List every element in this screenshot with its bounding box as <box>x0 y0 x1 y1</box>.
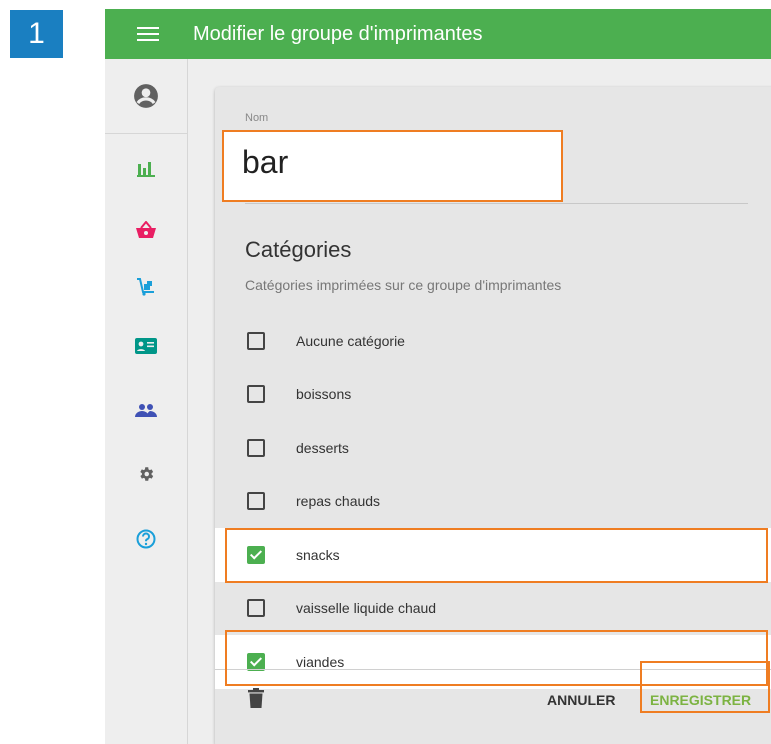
category-label: repas chauds <box>296 493 381 510</box>
category-label: snacks <box>296 546 340 563</box>
categories-subtitle: Catégories imprimées sur ce groupe d'imp… <box>245 277 562 293</box>
save-button[interactable]: ENREGISTRER <box>650 692 751 708</box>
category-item[interactable]: snacks <box>215 528 771 582</box>
sidebar-item-statistics[interactable] <box>105 154 187 184</box>
form-footer: ANNULER ENREGISTRER <box>215 669 771 732</box>
account-circle-icon <box>134 84 158 108</box>
category-checkbox[interactable] <box>247 331 265 350</box>
hamburger-menu-icon[interactable] <box>137 27 159 41</box>
basket-icon <box>136 221 156 238</box>
category-label: viandes <box>296 653 345 670</box>
people-icon <box>135 404 157 417</box>
category-item[interactable]: Aucune catégorie <box>215 314 771 368</box>
categories-list: Aucune catégorie boissons desserts repas ch… <box>215 314 771 689</box>
category-label: Aucune catégorie <box>296 332 405 349</box>
category-item[interactable]: desserts <box>215 421 771 475</box>
sidebar-item-orders[interactable] <box>105 215 187 245</box>
sidebar-item-users[interactable] <box>105 395 187 425</box>
edit-printer-group-form: Nom Catégories Catégories imprimées sur … <box>215 87 771 744</box>
category-item[interactable]: boissons <box>215 368 771 422</box>
category-label: boissons <box>296 386 352 403</box>
app-window: Modifier le groupe d'imprimantes Nom Cat… <box>105 9 771 744</box>
category-label: vaisselle liquide chaud <box>296 600 437 617</box>
top-app-bar: Modifier le groupe d'imprimantes <box>105 9 771 59</box>
trash-icon[interactable] <box>248 688 264 708</box>
step-number-badge: 1 <box>10 10 63 58</box>
sidebar-item-help[interactable] <box>105 524 187 554</box>
category-item[interactable]: repas chauds <box>215 475 771 529</box>
category-checkbox[interactable] <box>247 385 265 404</box>
sidebar-item-settings[interactable] <box>105 459 187 489</box>
categories-title: Catégories <box>245 237 352 262</box>
category-checkbox[interactable] <box>247 438 265 457</box>
category-checkbox[interactable] <box>247 492 265 511</box>
help-icon <box>136 529 156 549</box>
sidebar <box>105 59 188 744</box>
category-label: desserts <box>296 439 349 456</box>
id-card-icon <box>135 338 157 354</box>
sidebar-item-delivery[interactable] <box>105 272 187 302</box>
page-title: Modifier le groupe d'imprimantes <box>193 22 483 45</box>
sidebar-item-customers[interactable] <box>105 331 187 361</box>
category-checkbox[interactable] <box>247 545 265 564</box>
name-field-underline <box>245 203 748 204</box>
delivery-cart-icon <box>137 278 154 296</box>
gear-icon <box>140 467 154 481</box>
sidebar-item-account[interactable] <box>105 59 187 134</box>
category-checkbox[interactable] <box>247 599 265 618</box>
category-item[interactable]: vaisselle liquide chaud <box>215 582 771 636</box>
name-field-label: Nom <box>245 112 269 124</box>
cancel-button[interactable]: ANNULER <box>547 692 615 708</box>
bar-chart-icon <box>137 162 155 177</box>
